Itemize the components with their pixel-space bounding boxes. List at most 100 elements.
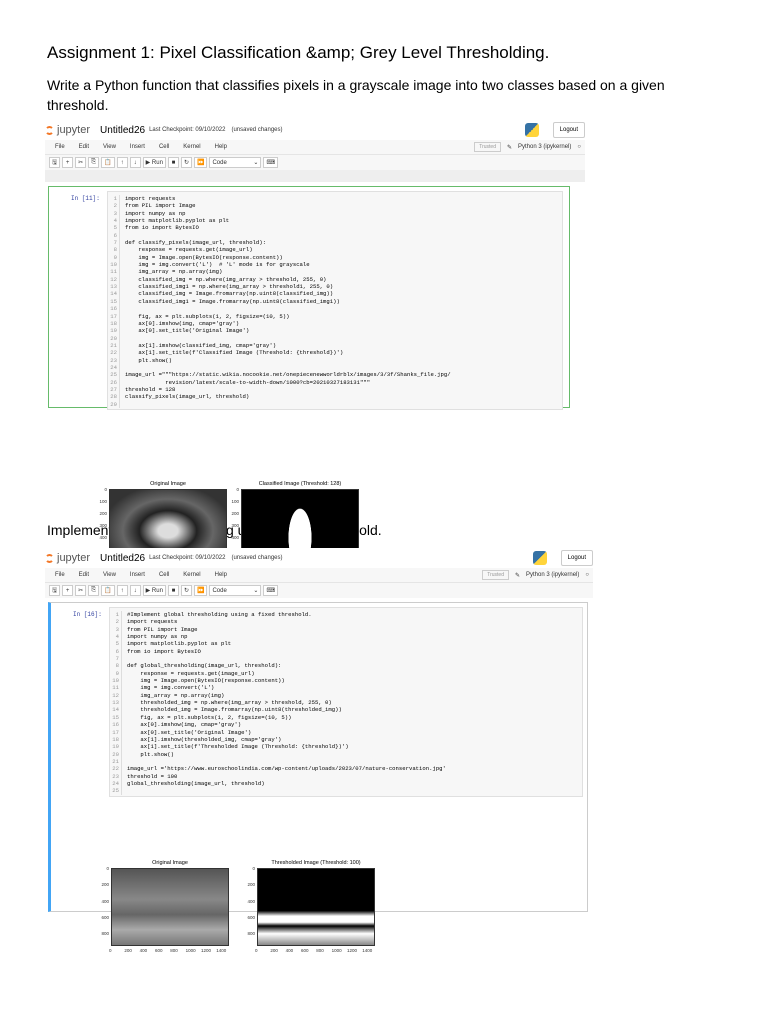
code-text: threshold = 100 bbox=[127, 772, 178, 780]
logout-button[interactable]: Logout bbox=[560, 550, 593, 566]
fast-forward-icon[interactable]: ⏩ bbox=[193, 585, 208, 596]
code-line: 10 img = Image.open(BytesIO(response.con… bbox=[110, 677, 582, 685]
kernel-name[interactable]: Python 3 (ipykernel) bbox=[526, 572, 579, 578]
code-line: 12 img_array = np.array(img) bbox=[110, 691, 582, 700]
code-text: classified_img1 = Image.fromarray(np.uin… bbox=[125, 297, 340, 305]
checkpoint-status: Last Checkpoint: 09/10/2022 bbox=[149, 127, 226, 133]
menu-file[interactable]: File bbox=[55, 572, 65, 578]
menu-insert[interactable]: Insert bbox=[130, 572, 145, 578]
line-number: 20 bbox=[110, 750, 122, 758]
y-tick-label: 400 bbox=[101, 898, 109, 904]
code-text: fig, ax = plt.subplots(1, 2, figsize=(10… bbox=[127, 713, 292, 721]
code-text: import matplotlib.pyplot as plt bbox=[127, 640, 232, 648]
code-cell[interactable]: In [11]: 1 import requests 2 from PIL import… bbox=[48, 186, 570, 566]
code-text: from io import BytesIO bbox=[125, 224, 199, 232]
add-cell-icon[interactable]: + bbox=[62, 157, 74, 168]
move-down-icon[interactable]: ↓ bbox=[129, 585, 141, 596]
notebook-screenshot-1: jupyter Untitled26 Last Checkpoint: 09/10/… bbox=[45, 120, 585, 566]
trusted-badge[interactable]: Trusted bbox=[482, 570, 509, 580]
menu-view[interactable]: View bbox=[103, 144, 116, 150]
code-text: thresholded_img = Image.fromarray(np.uin… bbox=[127, 706, 342, 714]
code-text: fig, ax = plt.subplots(1, 2, figsize=(10… bbox=[125, 312, 290, 320]
menu-help[interactable]: Help bbox=[215, 144, 227, 150]
code-line: 7 bbox=[110, 655, 582, 663]
menu-cell[interactable]: Cell bbox=[159, 144, 169, 150]
code-line: 15 classified_img1 = Image.fromarray(np.… bbox=[108, 297, 562, 306]
line-number: 20 bbox=[108, 334, 120, 342]
code-editor[interactable]: 1 import requests 2 from PIL import Image 3 i… bbox=[107, 191, 563, 411]
move-down-icon[interactable]: ↓ bbox=[129, 157, 141, 168]
cell-type-select[interactable]: Code ⌄ bbox=[209, 585, 262, 596]
save-icon[interactable]: 🖫 bbox=[49, 157, 61, 168]
restart-icon[interactable]: ↻ bbox=[180, 157, 192, 168]
code-text: img_array = np.array(img) bbox=[127, 691, 225, 699]
y-tick-label: 100 bbox=[231, 499, 239, 505]
menu-file[interactable]: File bbox=[55, 144, 65, 150]
x-tick-label: 800 bbox=[316, 948, 324, 953]
code-line: 16 ax[0].imshow(img, cmap='gray') bbox=[110, 721, 582, 729]
code-line: 21 ax[1].imshow(classified_img, cmap='gr… bbox=[108, 341, 562, 350]
cut-icon[interactable]: ✂ bbox=[75, 585, 87, 596]
line-number: 17 bbox=[108, 312, 120, 320]
menu-help[interactable]: Help bbox=[215, 572, 227, 578]
x-tick-label: 600 bbox=[154, 948, 163, 953]
code-line: 28 classify_pixels(image_url, threshold) bbox=[108, 393, 562, 401]
menu-cell[interactable]: Cell bbox=[159, 572, 169, 578]
edit-pencil-icon: ✎ bbox=[506, 144, 513, 151]
keyboard-icon[interactable]: ⌨ bbox=[263, 157, 279, 168]
code-text: revision/latest/scale-to-width-down/1000… bbox=[125, 378, 371, 386]
line-number: 11 bbox=[110, 684, 122, 692]
code-line: 22 ax[1].set_title(f'Classified Image (T… bbox=[108, 349, 562, 357]
run-button[interactable]: ▶ Run bbox=[142, 585, 166, 596]
menu-kernel[interactable]: Kernel bbox=[183, 572, 200, 578]
move-up-icon[interactable]: ↑ bbox=[116, 585, 128, 596]
notebook-name[interactable]: Untitled26 bbox=[100, 553, 145, 564]
code-text: ax[0].set_title('Original Image') bbox=[127, 728, 252, 736]
stop-icon[interactable]: ■ bbox=[167, 585, 179, 596]
checkpoint-status: Last Checkpoint: 09/10/2022 bbox=[149, 555, 226, 561]
jupyter-logo-text: jupyter bbox=[57, 552, 91, 564]
menu-view[interactable]: View bbox=[103, 572, 116, 578]
save-icon[interactable]: 🖫 bbox=[49, 585, 61, 596]
cut-icon[interactable]: ✂ bbox=[75, 157, 87, 168]
code-editor[interactable]: 1 #Implement global thresholding using a … bbox=[109, 607, 583, 797]
cell-type-select[interactable]: Code ⌄ bbox=[209, 157, 262, 168]
line-number: 2 bbox=[110, 618, 122, 626]
x-tick-label: 600 bbox=[300, 948, 309, 953]
trusted-badge[interactable]: Trusted bbox=[474, 142, 501, 152]
restart-icon[interactable]: ↻ bbox=[180, 585, 192, 596]
menu-edit[interactable]: Edit bbox=[79, 572, 89, 578]
add-cell-icon[interactable]: + bbox=[62, 585, 74, 596]
intro-text: Write a Python function that classifies … bbox=[47, 77, 665, 113]
logout-button[interactable]: Logout bbox=[552, 122, 585, 138]
y-tick-label: 200 bbox=[247, 882, 255, 888]
paste-icon[interactable]: 📋 bbox=[101, 157, 115, 168]
y-tick-label: 400 bbox=[99, 535, 107, 541]
stop-icon[interactable]: ■ bbox=[167, 157, 179, 168]
jupyter-logo[interactable]: jupyter bbox=[45, 552, 90, 564]
jupyter-logo[interactable]: jupyter bbox=[45, 124, 90, 136]
keyboard-icon[interactable]: ⌨ bbox=[263, 585, 279, 596]
x-tick-label: 400 bbox=[285, 948, 294, 953]
fast-forward-icon[interactable]: ⏩ bbox=[193, 157, 208, 168]
code-line: 21 bbox=[110, 757, 582, 766]
code-cell[interactable]: In [16]: 1 #Implement global thresholding … bbox=[48, 602, 588, 953]
menu-insert[interactable]: Insert bbox=[130, 144, 145, 150]
kernel-name[interactable]: Python 3 (ipykernel) bbox=[518, 144, 571, 150]
copy-icon[interactable]: ⎘ bbox=[88, 157, 100, 168]
paste-icon[interactable]: 📋 bbox=[101, 585, 115, 596]
notebook-screenshot-2: jupyter Untitled26 Last Checkpoint: 09/10/… bbox=[45, 548, 593, 953]
notebook-name[interactable]: Untitled26 bbox=[100, 125, 145, 136]
edit-pencil-icon: ✎ bbox=[514, 572, 521, 579]
menu-bar: File Edit View Insert Cell Kernel Help Trusted ✎… bbox=[45, 568, 593, 583]
menu-kernel[interactable]: Kernel bbox=[183, 144, 200, 150]
code-line: 23 threshold = 100 bbox=[110, 772, 582, 780]
copy-icon[interactable]: ⎘ bbox=[88, 585, 100, 596]
x-tick-label: 1200 bbox=[200, 948, 211, 953]
move-up-icon[interactable]: ↑ bbox=[116, 157, 128, 168]
line-number: 2 bbox=[108, 202, 120, 210]
line-number: 8 bbox=[108, 246, 120, 254]
run-button[interactable]: ▶ Run bbox=[142, 157, 166, 168]
cell-type-value: Code bbox=[212, 159, 227, 166]
menu-edit[interactable]: Edit bbox=[79, 144, 89, 150]
